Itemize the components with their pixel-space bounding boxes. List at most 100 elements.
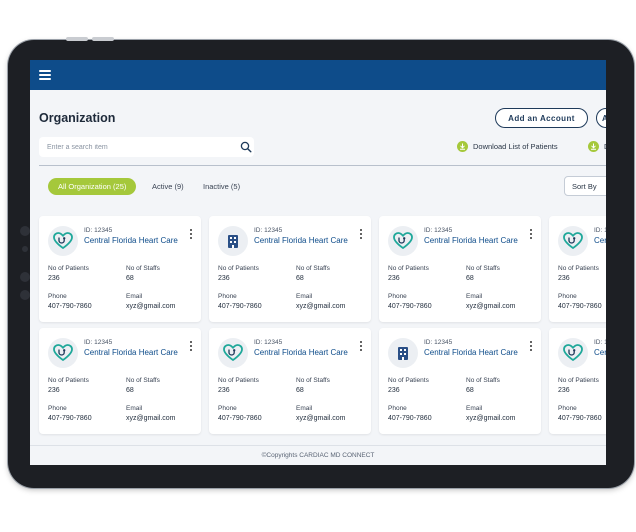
patients-label: No of Patients bbox=[558, 377, 599, 384]
org-id: ID: 12345 bbox=[254, 227, 283, 234]
phone-value: 407-790-7860 bbox=[48, 303, 92, 310]
patients-value: 236 bbox=[388, 275, 400, 282]
tablet-side-button bbox=[20, 272, 30, 282]
divider bbox=[39, 165, 606, 166]
footer-divider bbox=[30, 445, 606, 446]
download-secondary-link[interactable]: D bbox=[588, 141, 606, 152]
email-value: xyz@gmail.com bbox=[466, 415, 516, 422]
patients-value: 236 bbox=[558, 275, 570, 282]
organization-card[interactable]: ID: 12345 Central Florida Heart Care No of… bbox=[549, 216, 606, 322]
search-box bbox=[39, 137, 254, 157]
hamburger-menu-icon[interactable] bbox=[39, 70, 51, 80]
staffs-label: No of Staffs bbox=[296, 265, 330, 272]
phone-label: Phone bbox=[558, 293, 577, 300]
search-input[interactable] bbox=[39, 137, 234, 157]
tablet-top-button bbox=[92, 37, 114, 41]
organization-card[interactable]: ID: 12345 Central Florida Heart Care No of… bbox=[379, 216, 541, 322]
tablet-side-button bbox=[20, 226, 30, 236]
phone-value: 407-790-7860 bbox=[558, 303, 602, 310]
organization-card[interactable]: ID: 12345 Central Florida Heart Care No of… bbox=[39, 328, 201, 434]
more-options-icon[interactable] bbox=[358, 341, 364, 353]
add-account-button[interactable]: Add an Account bbox=[495, 108, 588, 128]
phone-label: Phone bbox=[48, 405, 67, 412]
staffs-value: 68 bbox=[296, 387, 304, 394]
email-value: xyz@gmail.com bbox=[296, 415, 346, 422]
staffs-value: 68 bbox=[126, 387, 134, 394]
org-name: Central Florida Heart Care bbox=[84, 236, 178, 245]
building-icon bbox=[218, 226, 248, 256]
heart-stethoscope-icon bbox=[218, 338, 248, 368]
footer-copyright: ©Copyrights CARDIAC MD CONNECT bbox=[261, 452, 375, 459]
patients-value: 236 bbox=[388, 387, 400, 394]
org-id: ID: 12345 bbox=[594, 339, 606, 346]
organization-card[interactable]: ID: 12345 Central Florida Heart Care No of… bbox=[209, 328, 371, 434]
staffs-value: 68 bbox=[296, 275, 304, 282]
staffs-value: 68 bbox=[466, 387, 474, 394]
sort-by-dropdown[interactable]: Sort By bbox=[564, 176, 606, 196]
organization-card[interactable]: ID: 12345 Central Florida Heart Care No of… bbox=[549, 328, 606, 434]
patients-label: No of Patients bbox=[48, 265, 89, 272]
phone-value: 407-790-7860 bbox=[48, 415, 92, 422]
email-label: Email bbox=[296, 405, 313, 412]
org-name: Central Florida Heart Care bbox=[254, 348, 348, 357]
building-icon bbox=[388, 338, 418, 368]
more-options-icon[interactable] bbox=[188, 229, 194, 241]
org-name: Central Florida Heart Care bbox=[84, 348, 178, 357]
org-id: ID: 12345 bbox=[424, 339, 453, 346]
tablet-top-button bbox=[66, 37, 88, 41]
patients-label: No of Patients bbox=[218, 377, 259, 384]
patients-label: No of Patients bbox=[218, 265, 259, 272]
organization-card[interactable]: ID: 12345 Central Florida Heart Care No of… bbox=[39, 216, 201, 322]
top-bar bbox=[30, 60, 606, 90]
email-label: Email bbox=[466, 293, 483, 300]
tab-active[interactable]: Active (9) bbox=[152, 178, 184, 195]
phone-label: Phone bbox=[388, 293, 407, 300]
download-secondary-label: D bbox=[604, 142, 606, 151]
more-options-icon[interactable] bbox=[188, 341, 194, 353]
patients-value: 236 bbox=[48, 387, 60, 394]
email-label: Email bbox=[296, 293, 313, 300]
org-name: Central Florida Heart Care bbox=[424, 348, 518, 357]
tablet-side-button bbox=[22, 246, 28, 252]
phone-value: 407-790-7860 bbox=[558, 415, 602, 422]
download-icon bbox=[457, 141, 468, 152]
email-value: xyz@gmail.com bbox=[296, 303, 346, 310]
tab-all-organization[interactable]: All Organization (25) bbox=[48, 178, 137, 195]
org-id: ID: 12345 bbox=[594, 227, 606, 234]
email-value: xyz@gmail.com bbox=[466, 303, 516, 310]
email-value: xyz@gmail.com bbox=[126, 415, 176, 422]
org-id: ID: 12345 bbox=[84, 339, 113, 346]
search-icon[interactable] bbox=[240, 141, 252, 153]
download-patients-link[interactable]: Download List of Patients bbox=[457, 141, 558, 152]
more-options-icon[interactable] bbox=[358, 229, 364, 241]
phone-label: Phone bbox=[388, 405, 407, 412]
patients-label: No of Patients bbox=[48, 377, 89, 384]
staffs-label: No of Staffs bbox=[126, 377, 160, 384]
staffs-label: No of Staffs bbox=[466, 265, 500, 272]
phone-value: 407-790-7860 bbox=[218, 415, 262, 422]
patients-label: No of Patients bbox=[558, 265, 599, 272]
tab-inactive[interactable]: Inactive (5) bbox=[203, 178, 240, 195]
more-options-icon[interactable] bbox=[528, 229, 534, 241]
staffs-value: 68 bbox=[466, 275, 474, 282]
org-name: Central Florida Heart Care bbox=[594, 236, 606, 245]
org-id: ID: 12345 bbox=[424, 227, 453, 234]
organization-card[interactable]: ID: 12345 Central Florida Heart Care No of… bbox=[379, 328, 541, 434]
phone-label: Phone bbox=[218, 405, 237, 412]
heart-stethoscope-icon bbox=[558, 226, 588, 256]
staffs-label: No of Staffs bbox=[466, 377, 500, 384]
staffs-label: No of Staffs bbox=[126, 265, 160, 272]
download-patients-label: Download List of Patients bbox=[473, 142, 558, 151]
org-name: Central Florida Heart Care bbox=[424, 236, 518, 245]
secondary-action-button[interactable]: A bbox=[596, 108, 606, 128]
page-title: Organization bbox=[39, 111, 116, 125]
email-label: Email bbox=[466, 405, 483, 412]
patients-value: 236 bbox=[558, 387, 570, 394]
heart-stethoscope-icon bbox=[48, 226, 78, 256]
patients-value: 236 bbox=[218, 387, 230, 394]
app-screen: Organization Add an Account A Download L… bbox=[30, 60, 606, 465]
organization-card[interactable]: ID: 12345 Central Florida Heart Care No of… bbox=[209, 216, 371, 322]
email-value: xyz@gmail.com bbox=[126, 303, 176, 310]
org-id: ID: 12345 bbox=[254, 339, 283, 346]
more-options-icon[interactable] bbox=[528, 341, 534, 353]
